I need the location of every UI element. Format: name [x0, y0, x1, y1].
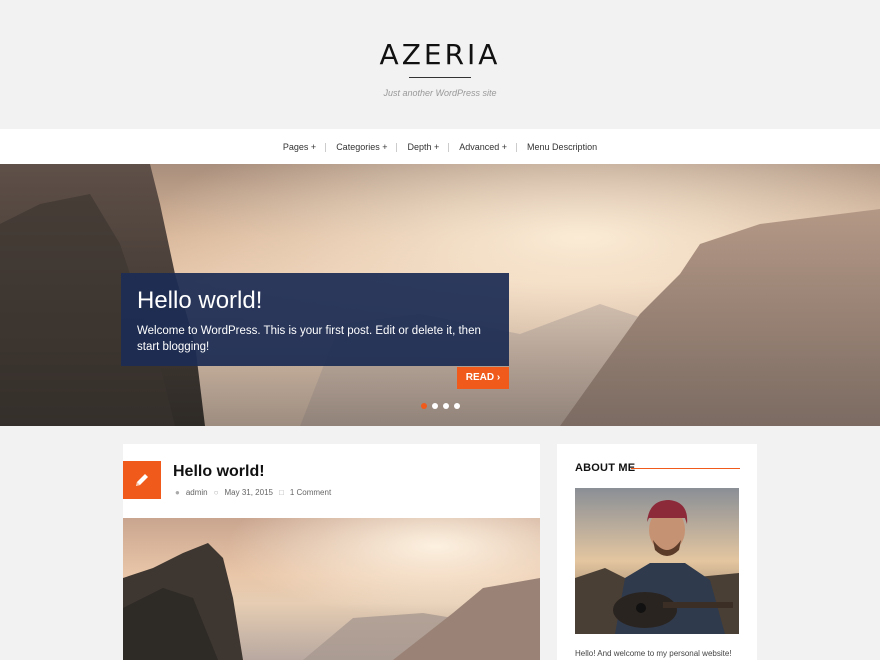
slider-pagination [421, 403, 460, 409]
site-header: AZERIA Just another WordPress site [0, 0, 880, 129]
slider-dot-1[interactable] [421, 403, 427, 409]
hero-slider: Hello world! Welcome to WordPress. This … [0, 164, 880, 426]
post-featured-image[interactable] [123, 518, 540, 660]
main-navigation: Pages + Categories + Depth + Advanced + … [0, 129, 880, 164]
post-format-badge [123, 461, 161, 499]
about-text: Hello! And welcome to my personal websit… [575, 649, 732, 658]
nav-item-categories[interactable]: Categories + [326, 142, 398, 152]
widget-title-rule [631, 468, 740, 469]
widget-title: ABOUT ME [575, 462, 636, 474]
post-author[interactable]: admin [186, 488, 208, 497]
pencil-icon [136, 474, 148, 486]
nav-item-pages[interactable]: Pages + [273, 142, 327, 152]
user-icon: ● [175, 488, 180, 497]
post-landscape-image [123, 518, 540, 660]
nav-item-menu-description[interactable]: Menu Description [517, 142, 607, 152]
post-card: Hello world! ● admin ○ May 31, 2015 □ 1 … [123, 444, 540, 660]
post-comments[interactable]: 1 Comment [290, 488, 331, 497]
post-title[interactable]: Hello world! [173, 463, 265, 481]
about-photo [575, 488, 739, 634]
slider-dot-4[interactable] [454, 403, 460, 409]
comment-icon: □ [278, 488, 284, 497]
slider-dot-3[interactable] [443, 403, 449, 409]
post-meta: ● admin ○ May 31, 2015 □ 1 Comment [175, 488, 331, 497]
nav-item-advanced[interactable]: Advanced + [449, 142, 517, 152]
nav-item-depth[interactable]: Depth + [397, 142, 450, 152]
clock-icon: ○ [213, 488, 219, 497]
sidebar-about-widget: ABOUT ME Hello! And welcome to my person… [557, 444, 757, 660]
title-divider [409, 77, 471, 78]
slide-caption-box: Hello world! Welcome to WordPress. This … [121, 273, 509, 366]
slide-excerpt: Welcome to WordPress. This is your first… [137, 325, 481, 353]
slide-title[interactable]: Hello world! [137, 287, 493, 315]
guitarist-photo [575, 488, 739, 634]
read-more-button[interactable]: READ › [457, 367, 509, 389]
slider-dot-2[interactable] [432, 403, 438, 409]
site-title[interactable]: AZERIA [0, 38, 880, 71]
site-description: Just another WordPress site [383, 88, 497, 98]
post-date[interactable]: May 31, 2015 [224, 488, 272, 497]
